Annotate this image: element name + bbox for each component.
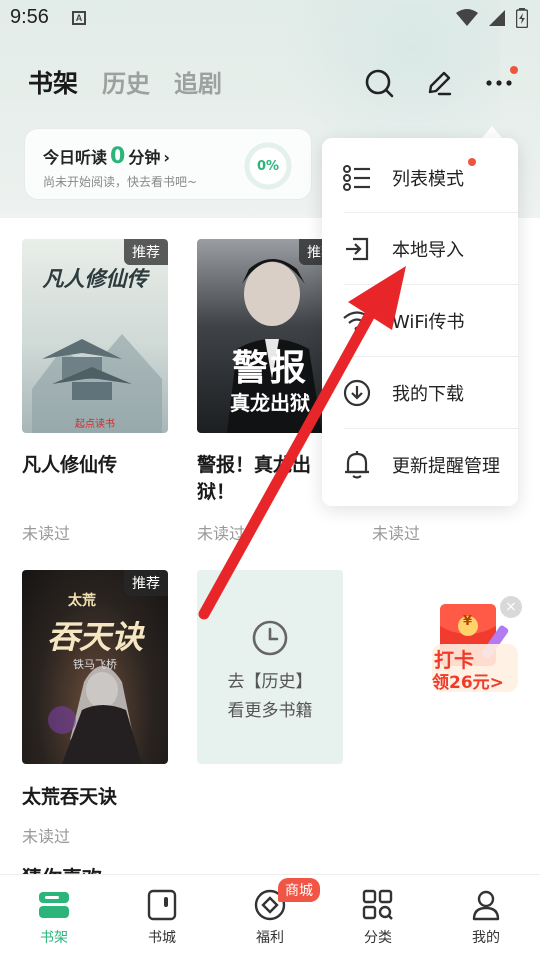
book-status-2: 未读过 [197,524,246,543]
history-line2: 看更多书籍 [227,701,313,721]
recommend-tag: 推荐 [124,239,168,265]
list-mode-dot [468,158,476,166]
menu-caret [482,126,502,138]
nav-label-category: 分类 [364,930,392,946]
more-button[interactable] [482,66,518,100]
bookstore-icon [144,887,180,923]
menu-label-list-mode: 列表模式 [392,169,464,190]
mall-badge: 商城 [278,878,320,902]
cover-title-4-top: 太荒 [68,593,96,609]
reading-time-title: 今日听读 0 分钟 › [43,144,170,169]
top-tabs: 书架 历史 追剧 [28,64,222,100]
more-dots-icon [486,80,512,86]
nav-label-profile: 我的 [472,930,500,946]
menu-item-local-import[interactable]: 本地导入 [322,213,518,285]
nav-label-welfare: 福利 [256,930,284,946]
wifi-icon [342,306,372,336]
nav-label-bookshelf: 书架 [40,930,68,946]
bell-icon [342,450,372,480]
history-line1: 去【历史】 [227,672,313,692]
book-status-1: 未读过 [22,524,71,543]
cover-title-4: 吞天诀 [46,618,143,656]
menu-item-update-reminders[interactable]: 更新提醒管理 [322,429,518,501]
clock-icon [252,620,288,656]
recommend-section-title: 猜你喜欢 [22,862,102,874]
menu-item-list-mode[interactable]: 列表模式 [322,142,518,214]
status-icons [456,8,528,28]
category-icon [360,887,396,923]
recommend-tag: 推荐 [124,570,168,596]
status-time: 9:56 [10,6,49,28]
book-title-1[interactable]: 凡人修仙传 [22,452,117,479]
import-icon [342,234,372,264]
cover-publisher-1: 起点读书 [75,419,115,430]
pencil-icon [428,71,452,96]
more-notification-dot [510,66,518,74]
wifi-signal-icon [456,9,478,26]
reading-minutes: 0 [110,144,126,169]
nav-label-bookstore: 书城 [148,930,176,946]
nav-bookshelf[interactable]: 书架 [0,875,108,960]
download-icon [342,378,372,408]
notification-a-icon: A [72,11,86,25]
search-icon [365,69,394,98]
status-bar: 9:56 A [0,0,540,40]
book-status-4: 未读过 [22,827,71,846]
promo-close-button[interactable]: × [500,596,522,618]
book-title-4[interactable]: 太荒吞天诀 [22,784,117,811]
cover-author-4: 铁马飞桥 [73,658,117,671]
nav-category[interactable]: 分类 [324,875,432,960]
menu-label-wifi-transfer: WiFi传书 [392,312,465,333]
nav-bookstore[interactable]: 书城 [108,875,216,960]
top-actions [362,66,518,100]
cover-title-1: 凡人修仙传 [42,266,148,291]
promo-line2: 领26元> [432,673,504,693]
menu-label-my-downloads: 我的下载 [392,384,464,405]
reading-prefix: 今日听读 [43,148,108,167]
menu-item-wifi-transfer[interactable]: WiFi传书 [322,285,518,357]
edit-button[interactable] [422,66,456,100]
book-cover-4[interactable]: 太荒 吞天诀 铁马飞桥 推荐 [22,570,168,764]
book-cover-1[interactable]: 凡人修仙传 起点读书 推荐 [22,239,168,433]
menu-item-my-downloads[interactable]: 我的下载 [322,357,518,429]
reading-time-card[interactable]: 今日听读 0 分钟 › 尚未开始阅读，快去看书吧~ 0% [24,128,312,200]
battery-icon [516,8,528,28]
profile-icon [468,887,504,923]
tab-drama[interactable]: 追剧 [174,64,222,99]
tab-bookshelf[interactable]: 书架 [28,64,78,100]
chevron-right-icon: › [163,148,170,167]
book-status-3: 未读过 [372,524,421,543]
promo-yen: ¥ [463,614,473,629]
menu-label-local-import: 本地导入 [392,240,464,261]
nav-profile[interactable]: 我的 [432,875,540,960]
bottom-navigation: 书架 书城 福利 分类 我的 [0,874,540,960]
reading-subtitle: 尚未开始阅读，快去看书吧~ [43,175,198,189]
tab-history[interactable]: 历史 [102,64,150,99]
cell-signal-icon [489,10,505,26]
list-icon [342,163,372,193]
more-menu: 列表模式 本地导入 WiFi传书 我的下载 更新提醒管理 [322,138,518,506]
search-button[interactable] [362,66,396,100]
progress-percent: 0% [256,158,280,174]
bookshelf-icon [36,887,72,923]
history-more-card[interactable]: 去【历史】 看更多书籍 [197,570,343,764]
reading-suffix: 分钟 [128,148,161,167]
menu-label-update-reminders: 更新提醒管理 [392,456,500,477]
